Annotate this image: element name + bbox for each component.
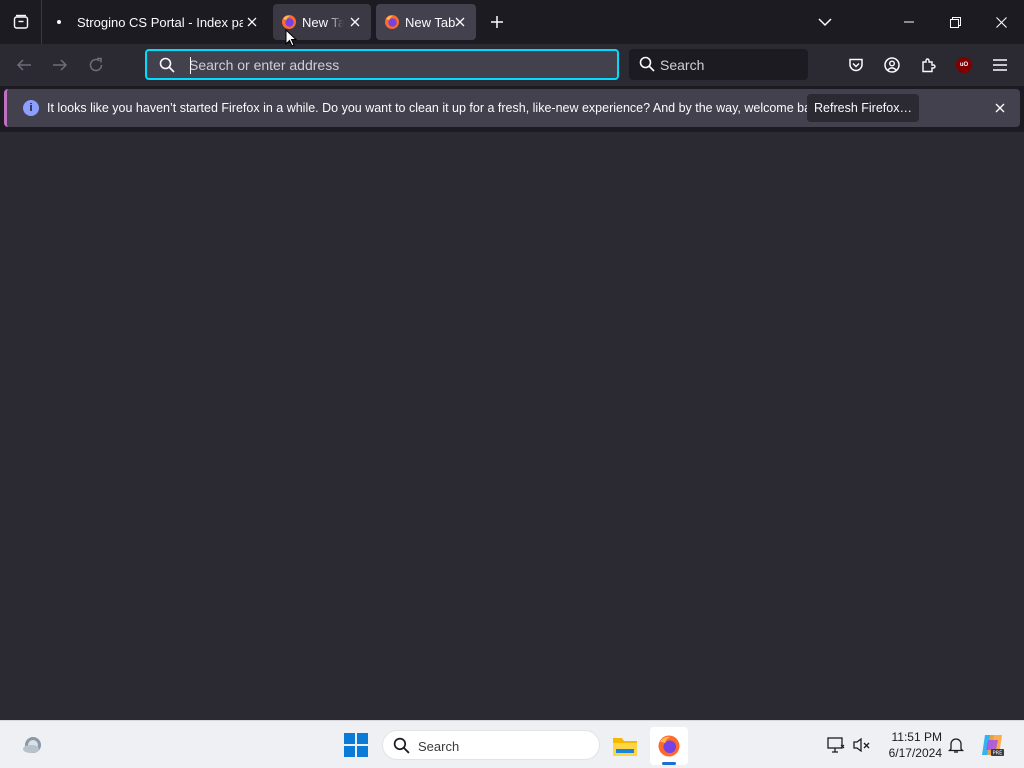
windows-taskbar: Search 11:51 PM 6/17/2024 PRE [0, 720, 1024, 768]
taskbar-clock[interactable]: 11:51 PM 6/17/2024 [876, 729, 942, 761]
back-button[interactable] [12, 53, 36, 77]
close-icon [455, 17, 465, 27]
tab-close-button[interactable] [452, 14, 468, 30]
taskbar-search-placeholder: Search [418, 739, 460, 754]
search-icon [393, 737, 410, 759]
firefox-view-icon [13, 14, 28, 29]
pocket-icon [849, 58, 863, 72]
copilot-icon: PRE [982, 735, 1004, 757]
file-explorer-icon [613, 738, 637, 756]
page-content[interactable] [0, 132, 1024, 720]
pocket-button[interactable] [844, 53, 868, 77]
account-button[interactable] [880, 53, 904, 77]
refresh-firefox-button[interactable]: Refresh Firefox… [807, 94, 919, 122]
close-icon [995, 103, 1005, 113]
weather-widget[interactable] [20, 733, 44, 757]
close-icon [350, 17, 360, 27]
active-app-indicator [662, 762, 676, 765]
tab-new-tab-2[interactable]: New Tab [376, 4, 476, 40]
firefox-icon [658, 735, 680, 757]
tab-title: Strogino CS Portal - Index page [77, 15, 243, 30]
reload-icon [89, 57, 103, 72]
forward-arrow-icon [53, 59, 68, 71]
tab-title: New Tab [405, 15, 455, 30]
tab-title: New Tab [302, 15, 344, 30]
url-bar[interactable] [145, 49, 619, 80]
new-tab-button[interactable] [485, 10, 509, 34]
ublock-icon: uO [956, 57, 972, 73]
search-bar-placeholder: Search [660, 57, 705, 73]
hamburger-menu-icon [993, 59, 1007, 71]
firefox-taskbar-button[interactable] [650, 727, 688, 765]
app-menu-button[interactable] [988, 53, 1012, 77]
search-icon [639, 56, 655, 77]
close-icon [995, 16, 1007, 28]
maximize-icon [949, 16, 961, 28]
notifications-button[interactable] [946, 735, 966, 755]
notification-bell-icon [947, 738, 965, 753]
account-icon [884, 57, 900, 73]
chevron-down-icon [818, 18, 832, 27]
firefox-icon [384, 14, 400, 33]
volume-tray-button[interactable] [852, 735, 872, 755]
forward-button[interactable] [48, 53, 72, 77]
copilot-button[interactable]: PRE [979, 732, 1005, 758]
restore-button[interactable] [932, 0, 978, 44]
svg-text:PRE: PRE [993, 751, 1003, 757]
info-icon: i [23, 100, 39, 116]
ublock-origin-button[interactable]: uO [952, 53, 976, 77]
firefox-view-button[interactable] [0, 0, 42, 44]
tab-strip: Strogino CS Portal - Index page New Tab … [0, 0, 1024, 44]
tab-strogino-portal[interactable]: Strogino CS Portal - Index page [46, 4, 268, 40]
url-input[interactable] [189, 54, 609, 76]
notification-message: It looks like you haven’t started Firefo… [47, 101, 828, 115]
text-caret [190, 57, 191, 74]
mouse-cursor-icon [285, 29, 297, 47]
search-icon [159, 57, 175, 78]
back-arrow-icon [16, 59, 31, 71]
reload-button[interactable] [84, 53, 108, 77]
navigation-toolbar: Search uO [0, 44, 1024, 86]
list-all-tabs-button[interactable] [813, 10, 837, 34]
clock-time: 11:51 PM [891, 730, 942, 744]
windows-start-icon [344, 733, 368, 757]
plus-icon [491, 16, 503, 28]
extensions-button[interactable] [916, 53, 940, 77]
start-button[interactable] [344, 733, 368, 757]
extensions-icon [922, 58, 936, 73]
close-icon [247, 17, 257, 27]
file-explorer-button[interactable] [606, 727, 644, 765]
clock-date: 6/17/2024 [888, 746, 942, 760]
notification-close-button[interactable] [992, 100, 1008, 116]
tab-close-button[interactable] [347, 14, 363, 30]
network-icon [827, 737, 845, 753]
refresh-firefox-notification: i It looks like you haven’t started Fire… [4, 89, 1020, 127]
network-tray-button[interactable] [826, 735, 846, 755]
weather-icon [23, 737, 41, 753]
search-bar[interactable]: Search [629, 49, 808, 80]
taskbar-search[interactable]: Search [382, 730, 600, 760]
close-window-button[interactable] [978, 0, 1024, 44]
minimize-icon [904, 21, 914, 23]
volume-muted-icon [853, 737, 870, 753]
minimize-button[interactable] [886, 0, 932, 44]
tab-unloaded-dot [57, 20, 61, 24]
tab-close-button[interactable] [244, 14, 260, 30]
